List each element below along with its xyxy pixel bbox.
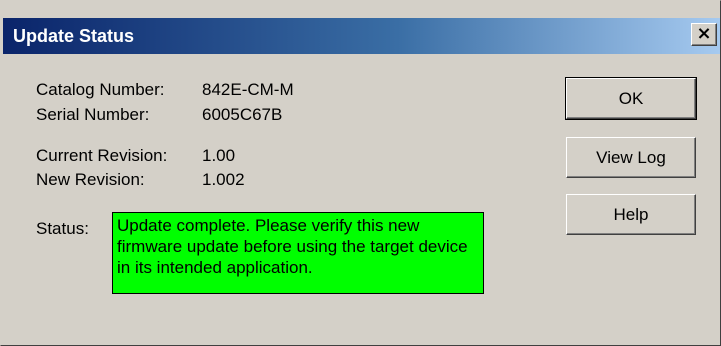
close-icon: × xyxy=(696,23,712,44)
current-revision-label: Current Revision: xyxy=(36,146,168,165)
serial-number-label: Serial Number: xyxy=(36,105,150,124)
status-message: Update complete. Please verify this new … xyxy=(112,212,484,294)
window-title: Update Status xyxy=(13,26,135,46)
catalog-number-value: 842E-CM-M xyxy=(202,80,294,99)
update-status-dialog: Update Status × Catalog Number: 842E-CM-… xyxy=(0,0,721,346)
view-log-button[interactable]: View Log xyxy=(566,137,696,178)
serial-number-value: 6005C67B xyxy=(202,105,283,124)
help-button[interactable]: Help xyxy=(566,194,696,235)
catalog-number-label: Catalog Number: xyxy=(36,80,165,99)
new-revision-label: New Revision: xyxy=(36,170,145,189)
status-label: Status: xyxy=(36,219,89,238)
ok-button[interactable]: OK xyxy=(565,77,697,120)
new-revision-value: 1.002 xyxy=(202,170,245,189)
title-bar[interactable]: Update Status × xyxy=(3,18,720,54)
current-revision-value: 1.00 xyxy=(202,146,236,165)
close-button[interactable]: × xyxy=(691,23,717,46)
